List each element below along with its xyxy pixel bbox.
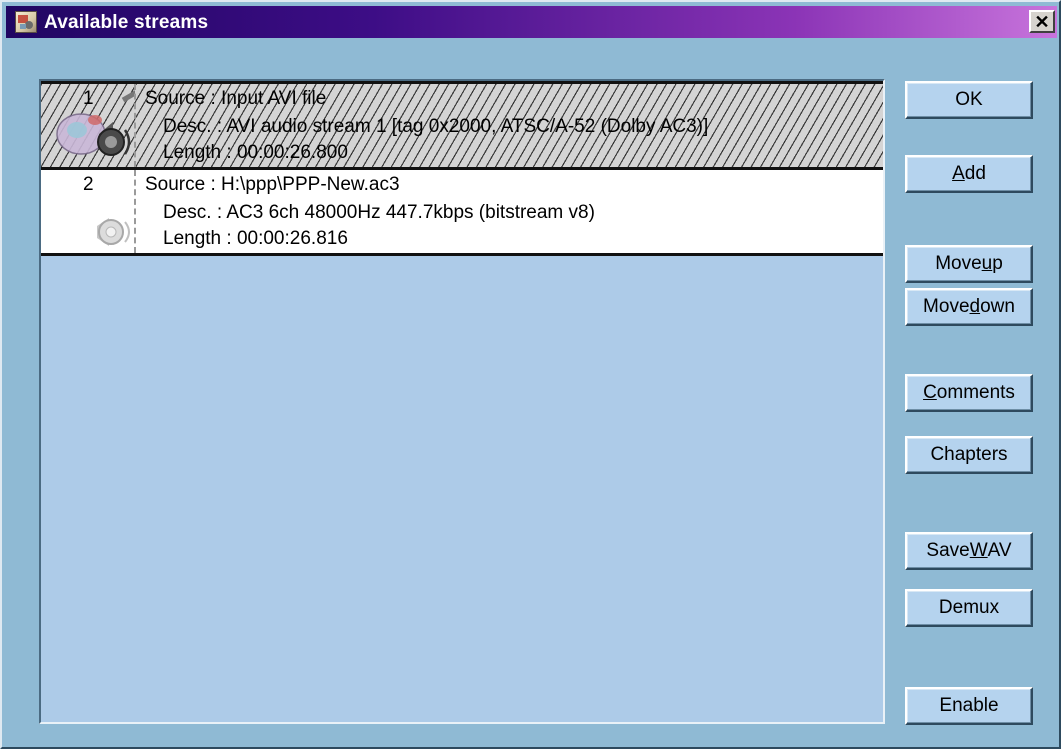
stream-list[interactable]: 1 Source : Input AVI file Desc. : AVI au…: [39, 79, 885, 724]
stream-number: 1: [83, 88, 94, 109]
title-bar[interactable]: Available streams ✕: [6, 6, 1057, 38]
stream-source: Source : H:\ppp\PPP-New.ac3: [145, 174, 400, 195]
window-title: Available streams: [44, 12, 209, 33]
comments-button[interactable]: Comments: [905, 374, 1033, 412]
save-wav-button[interactable]: Save W AV: [905, 532, 1033, 570]
row-separator: [134, 170, 136, 253]
stream-desc: Desc. : AVI audio stream 1 [tag 0x2000, …: [163, 116, 709, 137]
add-button[interactable]: Add: [905, 155, 1033, 193]
app-icon: [15, 11, 37, 33]
stream-number: 2: [83, 174, 94, 195]
close-icon: ✕: [1034, 11, 1050, 32]
row-separator: [134, 84, 136, 167]
chapters-button[interactable]: Chapters: [905, 436, 1033, 474]
demux-button[interactable]: Demux: [905, 589, 1033, 627]
stream-row[interactable]: 2 Source : H:\ppp\PPP-New.ac3 Desc. : AC…: [41, 168, 883, 256]
stream-length: Length : 00:00:26.800: [163, 142, 348, 163]
speaker-icon: [97, 218, 130, 246]
move-down-button[interactable]: Move d own: [905, 288, 1033, 326]
enable-button[interactable]: Enable: [905, 687, 1033, 725]
available-streams-window: Available streams ✕ 1 Source : Input AVI…: [0, 0, 1061, 749]
ok-button[interactable]: OK: [905, 81, 1033, 119]
close-button[interactable]: ✕: [1029, 10, 1055, 33]
stream-desc: Desc. : AC3 6ch 48000Hz 447.7kbps (bitst…: [163, 202, 595, 223]
stream-source: Source : Input AVI file: [145, 88, 327, 109]
stream-length: Length : 00:00:26.816: [163, 228, 348, 249]
move-up-button[interactable]: Move up: [905, 245, 1033, 283]
stream-row[interactable]: 1 Source : Input AVI file Desc. : AVI au…: [41, 81, 883, 168]
